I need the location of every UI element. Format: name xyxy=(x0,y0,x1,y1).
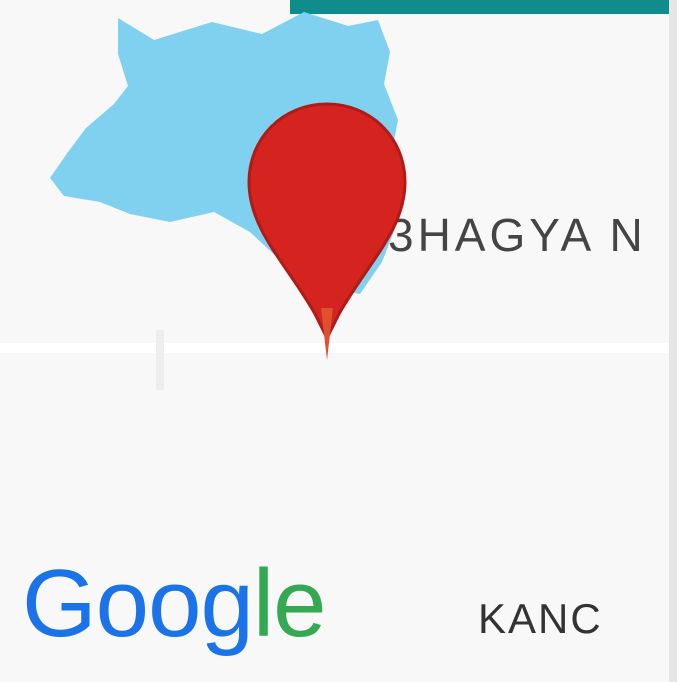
map-pin-icon[interactable] xyxy=(247,102,407,362)
logo-letter-g2: g xyxy=(200,550,253,657)
map-right-edge xyxy=(669,0,677,682)
logo-letter-e: e xyxy=(273,550,326,657)
logo-letter-l: l xyxy=(252,550,274,657)
area-label-bottom: KANC xyxy=(478,595,603,642)
logo-letter-o2: o xyxy=(148,550,201,657)
google-logo: Google xyxy=(22,550,327,657)
area-label-top: 3HAGYA N xyxy=(388,209,647,261)
map-canvas[interactable]: 3HAGYA N KANC Google xyxy=(0,0,677,682)
logo-letter-o1: o xyxy=(95,550,149,657)
logo-letter-g: G xyxy=(22,550,97,657)
